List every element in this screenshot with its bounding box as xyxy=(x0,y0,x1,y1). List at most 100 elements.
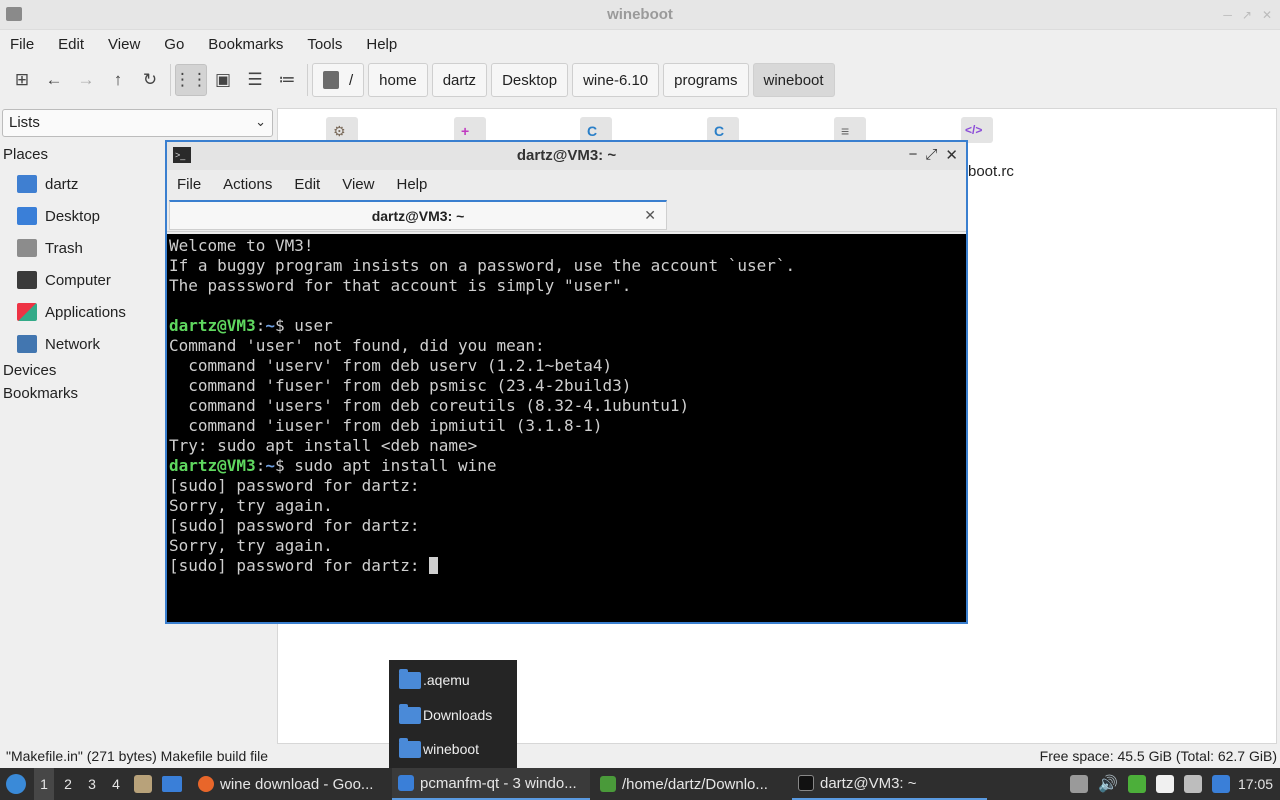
terminal-tab[interactable]: dartz@VM3: ~ ✕ xyxy=(169,200,667,230)
folder-icon xyxy=(399,703,421,724)
task-terminal[interactable]: dartz@VM3: ~ xyxy=(792,768,987,800)
popup-item-downloads[interactable]: Downloads xyxy=(399,703,492,727)
menu-edit[interactable]: Edit xyxy=(58,36,94,53)
terminal-icon xyxy=(798,775,814,791)
tray-clipboard[interactable] xyxy=(1070,768,1088,800)
toolbar-separator xyxy=(170,64,171,96)
status-selection: "Makefile.in" (271 bytes) Makefile build… xyxy=(6,748,269,764)
breadcrumb-wine[interactable]: wine-6.10 xyxy=(572,63,660,97)
up-icon[interactable]: ↑ xyxy=(102,64,134,96)
quicklaunch-files[interactable] xyxy=(134,768,156,800)
sidebar-item-dartz[interactable]: dartz xyxy=(17,172,78,196)
reload-icon[interactable]: ↻ xyxy=(134,64,166,96)
menu-go[interactable]: Go xyxy=(164,36,194,53)
network-icon xyxy=(1184,775,1202,793)
task-label: wine download - Goo... xyxy=(220,775,374,793)
desktop-switch-4[interactable]: 4 xyxy=(106,768,126,800)
sidebar-mode-value: Lists xyxy=(9,114,40,131)
clock[interactable]: 17:05 xyxy=(1238,768,1273,800)
menu-help[interactable]: Help xyxy=(366,36,407,53)
sidebar-mode-select[interactable]: Lists ⌄ xyxy=(2,109,273,137)
prompt-path: ~ xyxy=(265,456,275,475)
sidebar-item-label: Desktop xyxy=(45,207,101,225)
bookmarks-heading[interactable]: Bookmarks xyxy=(3,385,78,402)
show-desktop-icon xyxy=(162,776,182,792)
detailed-list-icon[interactable]: ≔ xyxy=(271,64,303,96)
minimize-icon[interactable]: − xyxy=(909,146,918,164)
sidebar-item-label: Computer xyxy=(45,271,111,289)
folder-icon xyxy=(398,775,414,791)
trash-icon xyxy=(17,239,37,257)
new-tab-icon[interactable]: ⊞ xyxy=(6,64,38,96)
command-text: $ user xyxy=(274,316,333,335)
title-bar: wineboot ─ ↗ ✕ xyxy=(0,0,1280,30)
icon-view-icon[interactable]: ⋮⋮ xyxy=(174,64,208,96)
menu-edit[interactable]: Edit xyxy=(294,176,320,193)
status-free-space: Free space: 45.5 GiB (Total: 62.7 GiB) xyxy=(1039,748,1277,764)
back-icon[interactable]: ← xyxy=(38,64,70,96)
desktop-switch-2[interactable]: 2 xyxy=(58,768,78,800)
terminal-output[interactable]: Welcome to VM3! If a buggy program insis… xyxy=(167,234,966,622)
thumbnail-view-icon[interactable]: ▣ xyxy=(207,64,239,96)
menu-actions[interactable]: Actions xyxy=(223,176,272,193)
archive-icon xyxy=(600,776,616,792)
desktop-switch-3[interactable]: 3 xyxy=(82,768,102,800)
menu-file[interactable]: File xyxy=(177,176,201,193)
breadcrumb-wineboot[interactable]: wineboot xyxy=(752,63,835,97)
menu-tools[interactable]: Tools xyxy=(307,36,352,53)
maximize-icon[interactable]: ⤢ xyxy=(925,146,937,164)
breadcrumb-dartz[interactable]: dartz xyxy=(431,63,488,97)
popup-item-label: wineboot xyxy=(423,741,480,757)
close-icon[interactable]: ✕ xyxy=(945,146,958,164)
sidebar-item-trash[interactable]: Trash xyxy=(17,236,83,260)
breadcrumb-root[interactable]: / xyxy=(312,63,365,97)
menu-help[interactable]: Help xyxy=(396,176,427,193)
window-buttons: ─ ↗ ✕ xyxy=(1223,8,1272,22)
file-label[interactable]: boot.rc xyxy=(968,163,1014,180)
popup-item-aqemu[interactable]: .aqemu xyxy=(399,668,470,692)
maximize-icon[interactable]: ↗ xyxy=(1242,8,1252,22)
tray-network[interactable] xyxy=(1184,768,1202,800)
compact-view-icon[interactable]: ☰ xyxy=(239,64,271,96)
sidebar-item-network[interactable]: Network xyxy=(17,332,100,356)
forward-icon[interactable]: → xyxy=(70,64,102,96)
prompt-user: dartz@VM3 xyxy=(169,456,256,475)
close-icon[interactable]: ✕ xyxy=(1262,8,1272,22)
breadcrumb-desktop[interactable]: Desktop xyxy=(491,63,569,97)
window-title: wineboot xyxy=(607,6,673,23)
task-pcmanfm[interactable]: pcmanfm-qt - 3 windo... xyxy=(392,768,590,800)
start-menu-button[interactable] xyxy=(6,768,28,800)
menu-file[interactable]: File xyxy=(10,36,44,53)
breadcrumb-home[interactable]: home xyxy=(368,63,428,97)
places-heading[interactable]: Places xyxy=(3,146,48,163)
breadcrumb-programs[interactable]: programs xyxy=(663,63,749,97)
task-browser[interactable]: wine download - Goo... xyxy=(192,768,387,800)
sidebar-item-label: Network xyxy=(45,335,101,353)
sidebar-item-computer[interactable]: Computer xyxy=(17,268,111,292)
terminal-title-bar: >_ dartz@VM3: ~ − ⤢ ✕ xyxy=(167,142,966,170)
sidebar-item-desktop[interactable]: Desktop xyxy=(17,204,100,228)
task-downloads[interactable]: /home/dartz/Downlo... xyxy=(594,768,786,800)
popup-item-wineboot[interactable]: wineboot xyxy=(399,737,479,761)
terminal-title: dartz@VM3: ~ xyxy=(516,147,617,164)
tray-volume[interactable]: 🔊 xyxy=(1098,768,1118,800)
menu-bookmarks[interactable]: Bookmarks xyxy=(208,36,293,53)
desktop-switch-1[interactable]: 1 xyxy=(34,768,54,800)
task-label: /home/dartz/Downlo... xyxy=(622,775,768,793)
popup-item-label: Downloads xyxy=(423,707,493,723)
tray-app-g[interactable] xyxy=(1128,768,1146,800)
folder-icon xyxy=(399,668,421,689)
terminal-text: Command 'user' not found, did you mean: … xyxy=(169,336,690,455)
menu-view[interactable]: View xyxy=(108,36,150,53)
tray-updates[interactable] xyxy=(1212,768,1230,800)
devices-heading[interactable]: Devices xyxy=(3,362,56,379)
tray-notes[interactable] xyxy=(1156,768,1174,800)
menu-view[interactable]: View xyxy=(342,176,374,193)
popup-item-label: .aqemu xyxy=(423,672,470,688)
terminal-menu-bar: File Actions Edit View Help xyxy=(167,170,966,198)
minimize-icon[interactable]: ─ xyxy=(1223,8,1232,22)
desktop-icon xyxy=(17,207,37,225)
sidebar-item-applications[interactable]: Applications xyxy=(17,300,126,324)
quicklaunch-desktop[interactable] xyxy=(162,768,184,800)
close-tab-icon[interactable]: ✕ xyxy=(644,207,656,224)
